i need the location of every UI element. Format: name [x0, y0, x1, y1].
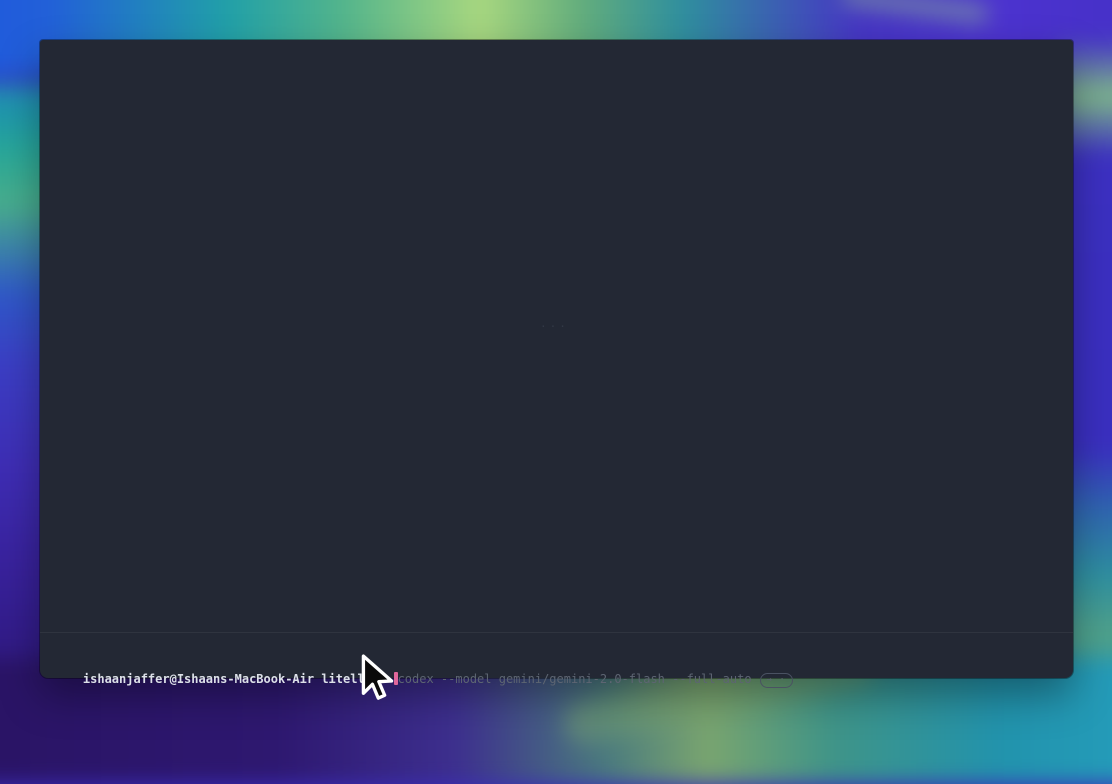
- faint-ellipsis-text: ···: [540, 320, 569, 333]
- accept-suggestion-hint-badge: → ·: [760, 673, 793, 688]
- terminal-prompt-line[interactable]: ishaanjaffer@Ishaans-MacBook-Air litellm…: [40, 646, 1073, 668]
- autosuggestion-text: codex --model gemini/gemini-2.0-flash --…: [398, 672, 752, 686]
- terminal-output-area[interactable]: ···: [40, 40, 1073, 632]
- shell-prompt: ishaanjaffer@Ishaans-MacBook-Air litellm…: [83, 672, 394, 686]
- mouse-cursor-arrow-icon: [361, 654, 395, 704]
- prompt-separator: [40, 632, 1073, 633]
- terminal-window[interactable]: ··· ishaanjaffer@Ishaans-MacBook-Air lit…: [40, 40, 1073, 678]
